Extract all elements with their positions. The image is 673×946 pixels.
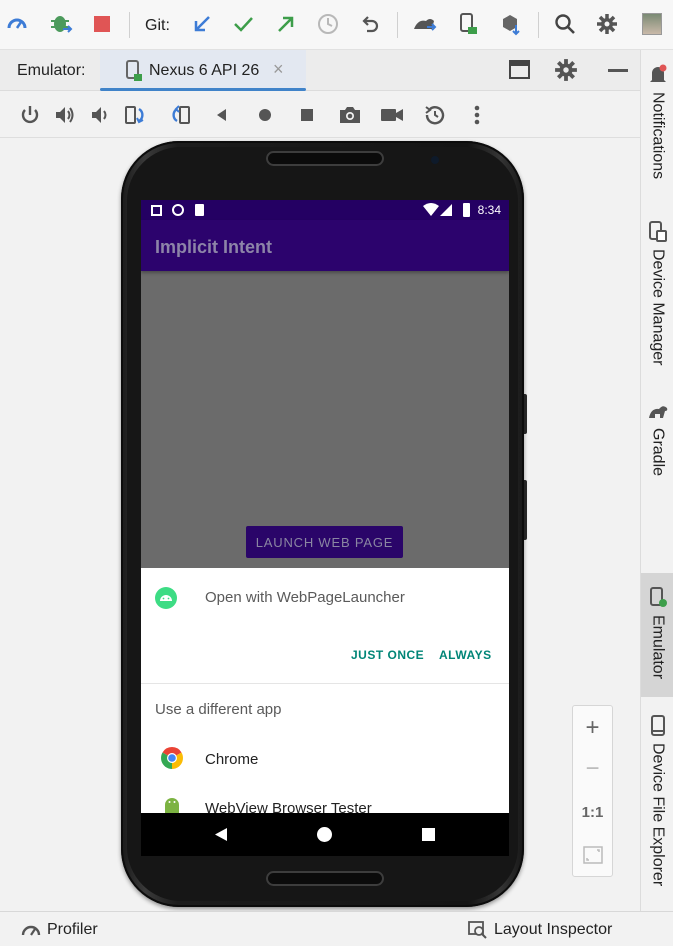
- fit-screen-icon: [582, 846, 603, 864]
- app-title: Implicit Intent: [155, 237, 272, 257]
- sidebar-item-label: Device Manager: [649, 249, 667, 366]
- signal-icon: [423, 203, 452, 216]
- rotate-right-icon[interactable]: [165, 100, 195, 130]
- debug-attach-icon[interactable]: [46, 9, 76, 39]
- history-icon[interactable]: [313, 9, 343, 39]
- nav-back-icon[interactable]: [214, 827, 228, 842]
- overview-icon[interactable]: [292, 100, 322, 130]
- battery-icon: [463, 203, 470, 217]
- sidebar-item-emulator[interactable]: Emulator: [641, 573, 673, 697]
- actual-size-button[interactable]: 1:1: [573, 794, 612, 830]
- search-icon[interactable]: [550, 9, 580, 39]
- device-file-icon: [650, 715, 665, 736]
- sidebar-item-device-file-explorer[interactable]: Device File Explorer: [641, 715, 673, 886]
- app-option-chrome[interactable]: Chrome: [141, 737, 509, 781]
- git-commit-icon[interactable]: [228, 9, 258, 39]
- sync-icon: [172, 204, 184, 216]
- open-with-label: Open with WebPageLauncher: [205, 589, 405, 606]
- camera-icon[interactable]: [335, 100, 365, 130]
- sidebar-item-label: Gradle: [649, 428, 667, 477]
- snapshot-icon[interactable]: [420, 100, 450, 130]
- device-manager-icon: [648, 221, 667, 242]
- android-status-bar: 8:34: [141, 200, 509, 220]
- chrome-icon: [161, 747, 183, 769]
- launch-web-page-button[interactable]: LAUNCH WEB PAGE: [246, 526, 403, 558]
- sidebar-item-label: Notifications: [649, 92, 667, 180]
- more-options-icon[interactable]: [462, 100, 492, 130]
- profiler-label: Profiler: [47, 921, 98, 938]
- emulator-label: Emulator:: [17, 62, 86, 79]
- emulator-controls: [0, 92, 640, 138]
- layout-inspector-icon: [468, 921, 487, 939]
- status-time: 8:34: [477, 203, 501, 217]
- close-icon[interactable]: ×: [273, 59, 284, 80]
- window-layout-icon[interactable]: [508, 59, 532, 81]
- android-icon: [155, 587, 177, 609]
- bell-icon: [649, 64, 666, 82]
- right-tool-sidebar: Notifications Device Manager Gradle Emul…: [640, 50, 673, 911]
- sidebar-item-device-manager[interactable]: Device Manager: [641, 221, 673, 366]
- device-run-icon[interactable]: [453, 9, 483, 39]
- tab-nexus-6-api-26[interactable]: Nexus 6 API 26 ×: [100, 50, 306, 91]
- emulator-header: Emulator: Nexus 6 API 26 ×: [0, 50, 640, 91]
- settings-icon[interactable]: [592, 9, 622, 39]
- git-push-icon[interactable]: [271, 9, 301, 39]
- zoom-in-button[interactable]: +: [573, 710, 612, 746]
- stop-icon[interactable]: [87, 9, 117, 39]
- sdk-manager-icon[interactable]: [496, 9, 526, 39]
- sidebar-item-gradle[interactable]: Gradle: [641, 402, 673, 476]
- zoom-panel: + − 1:1: [572, 705, 613, 877]
- phone-screen[interactable]: 8:34 Implicit Intent LAUNCH WEB PAGE Ope…: [141, 200, 509, 856]
- tab-title: Nexus 6 API 26: [149, 62, 260, 79]
- main-toolbar: Git:: [0, 0, 673, 50]
- profiler-button[interactable]: Profiler: [21, 921, 98, 939]
- bottom-speaker: [266, 871, 384, 886]
- gradle-icon: [648, 406, 667, 418]
- back-icon[interactable]: [207, 100, 237, 130]
- git-update-icon[interactable]: [187, 9, 217, 39]
- device-sync-icon[interactable]: [410, 9, 440, 39]
- front-camera: [431, 156, 439, 164]
- fit-screen-button[interactable]: [573, 837, 612, 873]
- app-chooser-sheet: Open with WebPageLauncher JUST ONCE ALWA…: [141, 568, 509, 817]
- rollback-icon[interactable]: [356, 9, 386, 39]
- use-different-app-label: Use a different app: [155, 701, 282, 718]
- bottom-tool-bar: Profiler Layout Inspector: [0, 911, 673, 946]
- profiler-icon: [21, 925, 41, 936]
- tab-underline: [100, 88, 306, 91]
- video-camera-icon[interactable]: [377, 100, 407, 130]
- notification-icon: [151, 205, 162, 216]
- minimize-icon[interactable]: [608, 69, 628, 72]
- home-icon[interactable]: [250, 100, 280, 130]
- settings-icon[interactable]: [554, 58, 578, 82]
- power-icon[interactable]: [15, 100, 45, 130]
- speedometer-icon[interactable]: [2, 9, 32, 39]
- sheet-divider: [141, 683, 509, 684]
- nav-overview-icon[interactable]: [422, 828, 435, 841]
- app-option-label: Chrome: [205, 751, 259, 768]
- rotate-left-icon[interactable]: [121, 100, 151, 130]
- android-nav-bar: [141, 813, 509, 856]
- sd-card-icon: [195, 204, 204, 216]
- sidebar-item-notifications[interactable]: Notifications: [641, 64, 673, 179]
- volume-up-icon[interactable]: [50, 100, 80, 130]
- just-once-button[interactable]: JUST ONCE: [351, 648, 424, 662]
- zoom-out-button[interactable]: −: [573, 751, 612, 787]
- emulator-icon: [649, 587, 667, 607]
- device-icon: [126, 60, 142, 81]
- sidebar-item-label: Device File Explorer: [649, 743, 667, 887]
- app-bar: Implicit Intent: [141, 220, 509, 271]
- layout-inspector-button[interactable]: Layout Inspector: [468, 921, 612, 939]
- volume-down-icon[interactable]: [85, 100, 115, 130]
- nav-home-icon[interactable]: [317, 827, 332, 842]
- always-button[interactable]: ALWAYS: [439, 648, 492, 662]
- git-label: Git:: [145, 17, 170, 34]
- layout-inspector-label: Layout Inspector: [494, 921, 613, 938]
- top-speaker: [266, 151, 384, 166]
- sidebar-item-label: Emulator: [649, 615, 667, 680]
- user-avatar[interactable]: [637, 9, 667, 39]
